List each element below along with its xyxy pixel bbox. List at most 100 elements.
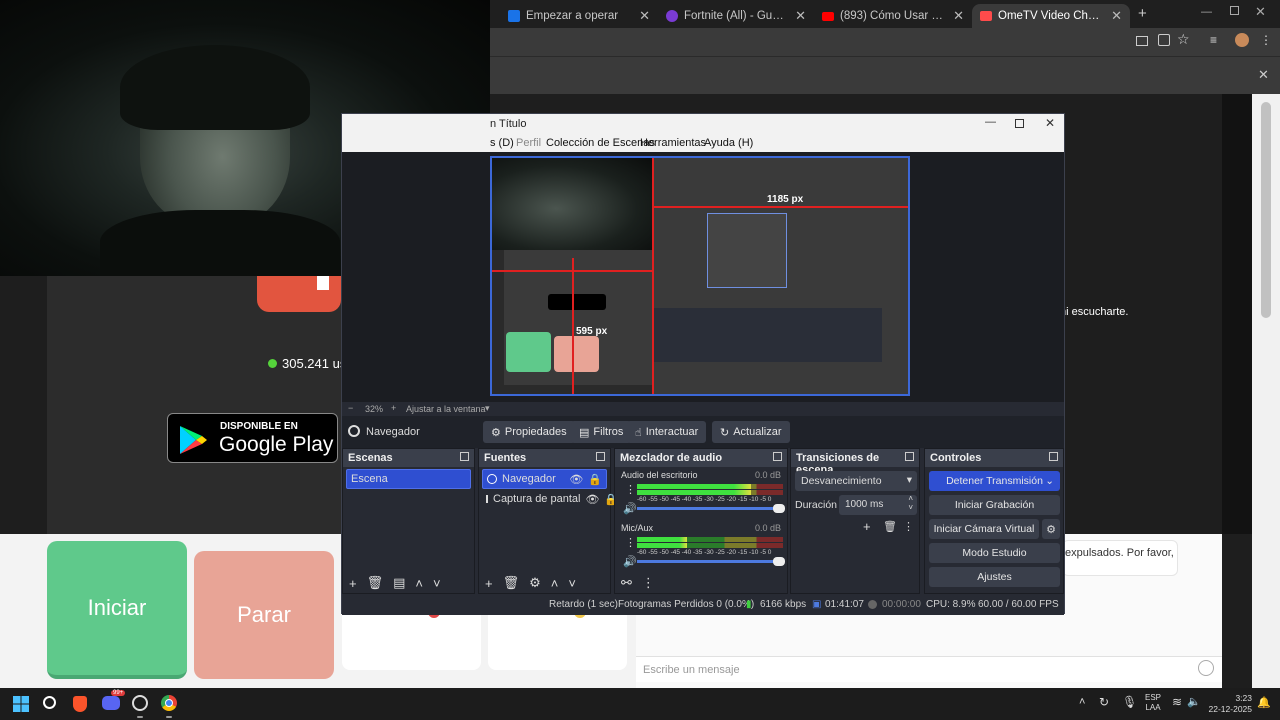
down-icon[interactable]: ˅	[433, 576, 441, 591]
volume-icon[interactable]: 🔈	[1187, 695, 1201, 708]
zoom-dropdown-icon[interactable]: ▾	[485, 403, 490, 414]
virtual-camera-settings[interactable]: ⚙	[1042, 519, 1060, 539]
discord-icon[interactable]: 99+	[102, 690, 126, 710]
dock-undock-icon[interactable]	[905, 452, 914, 461]
reading-list-icon[interactable]: ≡	[1210, 33, 1217, 47]
filters-button[interactable]: ▤ Filtros	[571, 421, 632, 443]
obs-close-icon[interactable]: ✕	[1045, 116, 1055, 130]
microphone-icon[interactable]: 🎙	[1122, 695, 1137, 709]
message-input[interactable]: Escribe un mensaje	[636, 656, 1222, 682]
scene-item[interactable]: Escena	[346, 469, 471, 489]
start-recording-button[interactable]: Iniciar Grabación	[929, 495, 1060, 515]
refresh-button[interactable]: ↻ Actualizar	[712, 421, 790, 443]
up-icon[interactable]: ˄	[415, 576, 423, 591]
zoom-in-icon[interactable]: +	[391, 403, 396, 413]
tray-chevron-up-icon[interactable]: ˄	[1079, 696, 1085, 708]
source-item[interactable]: Navegador 👁 🔒	[482, 469, 607, 489]
language-indicator[interactable]: ESP LAA	[1145, 693, 1161, 713]
bookmark-star-icon[interactable]: ☆	[1177, 31, 1190, 48]
menu-item[interactable]: Ayuda (H)	[704, 137, 753, 149]
stop-streaming-button[interactable]: Detener Transmisión ⌄	[929, 471, 1060, 491]
tab-close-icon[interactable]: ✕	[795, 8, 806, 24]
menu-kebab-icon[interactable]: ⋮	[642, 575, 655, 591]
option-card[interactable]	[342, 610, 481, 670]
chevron-down-icon[interactable]: ⌄	[1045, 475, 1054, 487]
dock-undock-icon[interactable]	[460, 452, 469, 461]
page-scrollbar[interactable]	[1252, 94, 1280, 688]
duration-input[interactable]: 1000 ms ˄ ˅	[839, 494, 917, 515]
slider-knob[interactable]	[773, 557, 785, 566]
minimize-icon[interactable]: —	[1201, 6, 1212, 18]
dock-undock-icon[interactable]	[596, 452, 605, 461]
maximize-icon[interactable]	[1230, 6, 1239, 15]
menu-item[interactable]: Herramientas	[640, 137, 706, 149]
transition-select[interactable]: Desvanecimiento ▾	[795, 471, 917, 491]
obs-maximize-icon[interactable]	[1015, 119, 1024, 128]
cast-icon[interactable]	[1136, 36, 1148, 46]
emoji-icon[interactable]	[1198, 660, 1214, 676]
clock[interactable]: 3:23 22-12-2025	[1206, 693, 1252, 715]
filter-icon[interactable]: ▤	[393, 575, 405, 591]
start-button[interactable]: Iniciar	[47, 541, 187, 679]
new-tab-icon[interactable]: +	[1138, 5, 1147, 22]
menu-kebab-icon[interactable]: ⋮	[903, 520, 914, 533]
dock-undock-icon[interactable]	[773, 452, 782, 461]
trash-icon[interactable]: 🗑	[503, 575, 520, 591]
profile-avatar[interactable]	[1235, 33, 1249, 47]
properties-button[interactable]: ⚙ Propiedades	[483, 421, 575, 443]
volume-slider[interactable]	[637, 504, 785, 513]
obs-minimize-icon[interactable]: —	[985, 116, 996, 128]
trash-icon[interactable]: 🗑	[367, 575, 384, 591]
sync-icon[interactable]: ↻	[1099, 695, 1109, 709]
lock-icon[interactable]: 🔒	[588, 473, 602, 486]
tab-close-icon[interactable]: ✕	[953, 8, 964, 24]
add-icon[interactable]: +	[863, 519, 871, 534]
preview-canvas[interactable]: 1185 px 595 px	[490, 156, 910, 396]
tab-ometv[interactable]: OmeTV Video Chat — Omegle ✕	[972, 4, 1130, 28]
tab-fortnite[interactable]: Fortnite (All) - Guessr - Lostgames ✕	[658, 4, 814, 28]
menu-item[interactable]: s (D)	[490, 137, 514, 149]
windows-start-icon[interactable]	[13, 696, 29, 712]
down-icon[interactable]: ˅	[568, 576, 576, 591]
notification-bell-icon[interactable]: 🔔	[1257, 696, 1271, 709]
infobar-close-icon[interactable]: ✕	[1258, 67, 1269, 83]
wifi-icon[interactable]: ≋	[1172, 695, 1182, 709]
menu-item[interactable]: Perfil	[516, 137, 541, 149]
tab-empezar[interactable]: Empezar a operar ✕	[500, 4, 658, 28]
spin-icon[interactable]: ˄ ˅	[908, 494, 913, 512]
zoom-out-icon[interactable]: −	[348, 403, 353, 413]
window-close-icon[interactable]: ✕	[1255, 4, 1266, 20]
up-icon[interactable]: ˄	[551, 576, 559, 591]
trash-icon[interactable]: 🗑	[883, 520, 897, 533]
menu-item[interactable]: Colección de Escenas	[546, 137, 655, 149]
obs-preview[interactable]: 1185 px 595 px	[342, 152, 1064, 402]
interact-button[interactable]: ☝ Interactuar	[627, 421, 707, 443]
add-icon[interactable]: +	[349, 576, 357, 591]
eye-icon[interactable]: 👁	[569, 473, 583, 486]
source-item[interactable]: Captura de pantal 👁 🔒	[482, 489, 618, 509]
google-play-badge[interactable]: DISPONIBLE EN Google Play	[167, 413, 338, 463]
channel-menu-icon[interactable]: ⋮	[625, 483, 636, 496]
chrome-icon[interactable]	[161, 695, 177, 711]
add-icon[interactable]: +	[485, 576, 493, 591]
channel-menu-icon[interactable]: ⋮	[625, 536, 636, 549]
eye-icon[interactable]: 👁	[585, 493, 599, 506]
search-icon[interactable]	[43, 696, 56, 709]
volume-slider[interactable]	[637, 557, 785, 566]
settings-button[interactable]: Ajustes	[929, 567, 1060, 587]
speaker-icon[interactable]: 🔊	[623, 502, 637, 515]
gear-icon[interactable]: ⚙	[529, 575, 541, 591]
virtual-camera-button[interactable]: Iniciar Cámara Virtual	[929, 519, 1039, 539]
tab-youtube[interactable]: (893) Cómo Usar OmeTV Sin Cámara ✕	[814, 4, 972, 28]
tab-close-icon[interactable]: ✕	[639, 8, 650, 24]
menu-kebab-icon[interactable]: ⋮	[1260, 33, 1272, 47]
slider-knob[interactable]	[773, 504, 785, 513]
link-icon[interactable]: ⚯	[621, 575, 632, 591]
studio-mode-button[interactable]: Modo Estudio	[929, 543, 1060, 563]
tab-close-icon[interactable]: ✕	[1111, 8, 1122, 24]
stop-button[interactable]: Parar	[194, 551, 334, 679]
speaker-icon[interactable]: 🔊	[623, 555, 637, 568]
dock-undock-icon[interactable]	[1049, 452, 1058, 461]
brave-icon[interactable]	[73, 696, 87, 712]
obs-app-icon[interactable]	[132, 695, 148, 711]
